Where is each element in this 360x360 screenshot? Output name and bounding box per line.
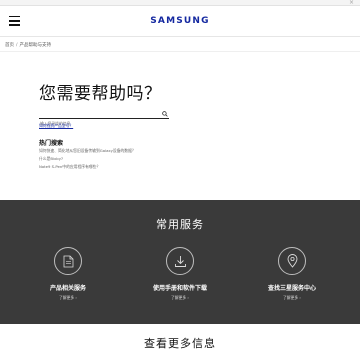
hot-search-item[interactable]: 什么是Bixby? [39,155,136,163]
breadcrumb: 首页 / 产品帮助与支持 [5,42,51,48]
window-top-bar: × [0,0,360,6]
service-label: 查找三星服务中心 [267,285,316,292]
divider [0,51,360,52]
service-manuals[interactable]: 使用手册和软件下载 了解更多 › [130,247,230,301]
hot-search-item[interactable]: Note9 S-Pen中的应用程序有哪些？ [39,163,136,171]
service-label: 使用手册和软件下载 [152,285,207,292]
document-icon[interactable] [54,247,82,275]
close-icon[interactable]: × [349,0,354,6]
help-title: 您需要帮助吗？ [39,84,162,104]
service-product[interactable]: 产品相关服务 了解更多 › [18,247,118,301]
services-section: 常用服务 产品相关服务 了解更多 › 使用手册和软件下载 了解更多 › 查找三星… [0,200,360,324]
breadcrumb-separator: / [16,43,18,48]
service-label: 产品相关服务 [49,285,86,292]
samsung-logo[interactable]: SAMSUNG [0,16,360,26]
service-locator[interactable]: 查找三星服务中心 了解更多 › [242,247,342,301]
find-model-link[interactable]: 如何找到产品型号？ [39,123,73,129]
hot-search-item[interactable]: 如何快速、简化地从您旧设备传输到Galaxy设备的数据？ [39,147,136,155]
learn-more-link[interactable]: 了解更多 › [242,295,342,301]
location-pin-icon[interactable] [278,247,306,275]
hot-search-list: 如何快速、简化地从您旧设备传输到Galaxy设备的数据？ 什么是Bixby? N… [39,147,136,171]
site-header: SAMSUNG [0,7,360,37]
hot-search-title: 热门搜索 [39,140,64,147]
learn-more-link[interactable]: 了解更多 › [130,295,230,301]
learn-more-link[interactable]: 了解更多 › [18,295,118,301]
breadcrumb-home[interactable]: 首页 [5,43,14,48]
search-box [39,110,169,128]
breadcrumb-current: 产品帮助与支持 [19,43,52,48]
services-title: 常用服务 [156,218,204,231]
search-icon[interactable] [162,111,168,117]
download-icon[interactable] [166,247,194,275]
more-info-title: 查看更多信息 [144,337,216,350]
